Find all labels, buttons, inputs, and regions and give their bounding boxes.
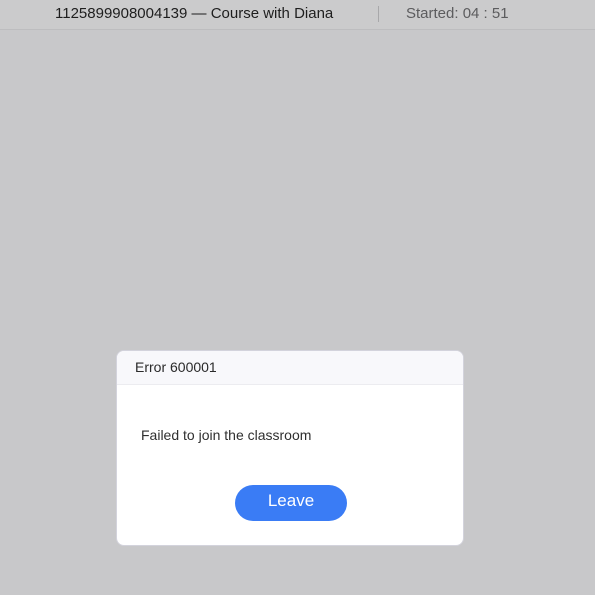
- leave-button[interactable]: Leave: [235, 485, 347, 521]
- dialog-header: Error 600001: [117, 351, 463, 385]
- top-bar: 1125899908004139 — Course with Diana Sta…: [0, 0, 595, 30]
- header-divider: [378, 6, 379, 22]
- room-title: 1125899908004139 — Course with Diana: [55, 5, 334, 22]
- dialog-message: Failed to join the classroom: [141, 427, 312, 443]
- error-dialog: Error 600001 Failed to join the classroo…: [116, 350, 464, 546]
- session-timer: Started: 04 : 51: [406, 5, 509, 22]
- dialog-title: Error 600001: [135, 359, 217, 375]
